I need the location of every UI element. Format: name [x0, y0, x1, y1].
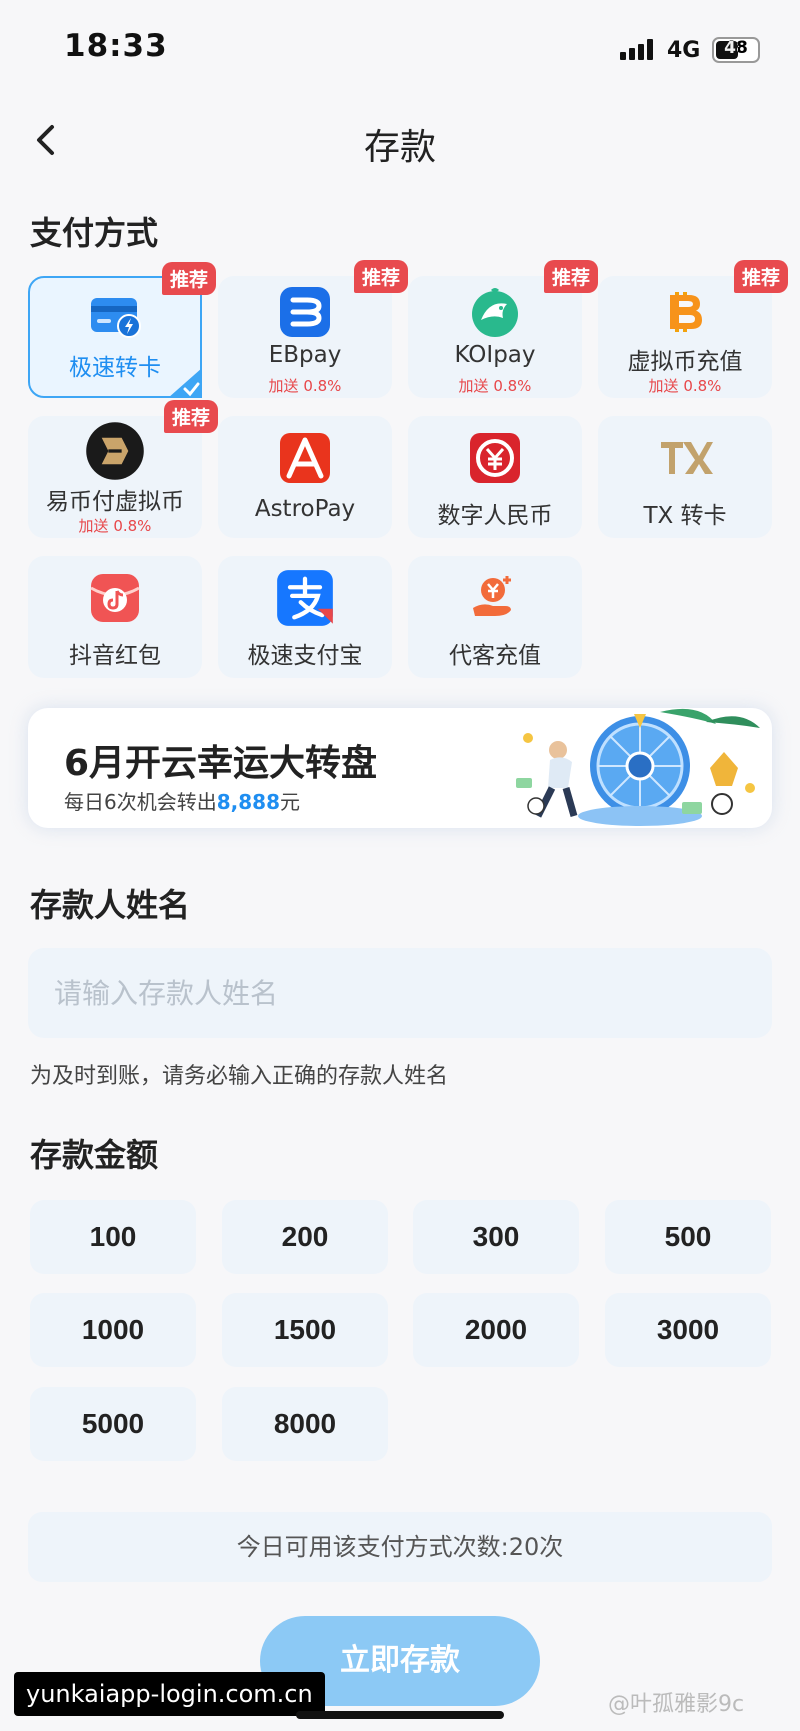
bonus-label: 加送 0.8% [78, 517, 152, 535]
status-time: 18:33 [64, 28, 168, 64]
battery-icon: 48 [712, 37, 760, 63]
recommend-badge: 推荐 [543, 260, 598, 293]
lucky-wheel-banner[interactable]: 6月开云幸运大转盘 每日6次机会转出8,888元 [28, 708, 772, 828]
payment-method-digital-rmb[interactable]: 数字人民币 [408, 416, 582, 538]
recommend-badge: 推荐 [163, 400, 218, 433]
payment-section-title: 支付方式 [30, 214, 159, 252]
nav-bar: 存款 [0, 100, 800, 180]
alipay-icon [277, 570, 333, 626]
home-indicator [296, 1711, 504, 1719]
depositor-section-title: 存款人姓名 [30, 886, 191, 924]
payment-method-alipay[interactable]: 极速支付宝 [218, 556, 392, 678]
payment-method-koipay[interactable]: KOIpay 加送 0.8% 推荐 [408, 260, 598, 398]
digital-rmb-icon [470, 433, 520, 483]
depositor-name-hint: 为及时到账，请务必输入正确的存款人姓名 [30, 1064, 449, 1089]
banner-subtitle-amount: 8,888 [216, 790, 280, 814]
tx-icon [661, 442, 713, 474]
bonus-label: 加送 0.8% [458, 377, 532, 395]
bitcoin-icon [670, 292, 703, 332]
status-bar: 18:33 4G 48 [0, 0, 800, 100]
banner-title: 6月开云幸运大转盘 [64, 743, 378, 784]
payment-method-astropay[interactable]: AstroPay [218, 416, 392, 538]
payment-method-label: KOIpay [454, 342, 536, 368]
ebpay-icon [280, 287, 330, 337]
amount-option-5000[interactable]: 5000 [30, 1387, 196, 1461]
agent-recharge-icon [473, 576, 511, 616]
astropay-icon [280, 433, 330, 483]
usage-count-text: 今日可用该支付方式次数:20次 [28, 1512, 772, 1582]
payment-method-agent[interactable]: 代客充值 [408, 556, 582, 678]
watermark-url: yunkaiapp-login.com.cn [14, 1672, 325, 1716]
lucky-wheel-illustration [516, 708, 760, 826]
payment-method-fast-card[interactable]: 极速转卡 推荐 [28, 262, 216, 398]
battery-level: 48 [724, 38, 748, 58]
payment-method-label: 极速支付宝 [247, 643, 363, 669]
amount-section-title: 存款金额 [30, 1136, 159, 1174]
amount-option-8000[interactable]: 8000 [222, 1387, 388, 1461]
amount-option-2000[interactable]: 2000 [413, 1293, 579, 1367]
payment-method-label: 代客充值 [449, 643, 541, 669]
selected-check-icon [168, 368, 202, 398]
bonus-label: 加送 0.8% [648, 377, 722, 395]
amount-option-1000[interactable]: 1000 [30, 1293, 196, 1367]
banner-subtitle: 每日6次机会转出8,888元 [64, 786, 300, 815]
payment-method-crypto[interactable]: 虚拟币充值 加送 0.8% 推荐 [598, 260, 788, 398]
card-flash-icon [91, 298, 141, 338]
payment-method-label: EBpay [268, 342, 342, 368]
recommend-badge: 推荐 [733, 260, 788, 293]
payment-method-tx[interactable]: TX 转卡 [598, 416, 772, 538]
amount-option-1500[interactable]: 1500 [222, 1293, 388, 1367]
signal-icon [620, 38, 658, 60]
watermark-author: @叶孤雅影9c [608, 1692, 745, 1717]
recommend-badge: 推荐 [161, 262, 216, 295]
recommend-badge: 推荐 [353, 260, 408, 293]
page-title: 存款 [363, 127, 436, 168]
amount-option-300[interactable]: 300 [413, 1200, 579, 1274]
payment-method-label: 易币付虚拟币 [46, 489, 184, 515]
amount-option-100[interactable]: 100 [30, 1200, 196, 1274]
payment-method-label: TX 转卡 [643, 503, 727, 529]
payment-method-label: AstroPay [254, 496, 356, 522]
amount-option-500[interactable]: 500 [605, 1200, 771, 1274]
banner-subtitle-prefix: 每日6次机会转出 [64, 790, 217, 814]
payment-method-label: 抖音红包 [69, 643, 161, 669]
bonus-label: 加送 0.8% [268, 377, 342, 395]
douyin-redpacket-icon [90, 574, 140, 622]
network-type: 4G [667, 38, 701, 63]
payment-method-ebifu[interactable]: 易币付虚拟币 加送 0.8% 推荐 [28, 400, 218, 538]
payment-method-label: 数字人民币 [437, 503, 553, 529]
payment-method-douyin[interactable]: 抖音红包 [28, 556, 202, 678]
payment-method-label: 虚拟币充值 [627, 349, 743, 375]
payment-method-ebpay[interactable]: EBpay 加送 0.8% 推荐 [218, 260, 408, 398]
amount-option-3000[interactable]: 3000 [605, 1293, 771, 1367]
depositor-name-input[interactable] [28, 948, 772, 1038]
koi-fish-icon [472, 288, 518, 337]
amount-option-200[interactable]: 200 [222, 1200, 388, 1274]
banner-subtitle-suffix: 元 [280, 790, 300, 814]
ebifu-icon [86, 422, 144, 480]
